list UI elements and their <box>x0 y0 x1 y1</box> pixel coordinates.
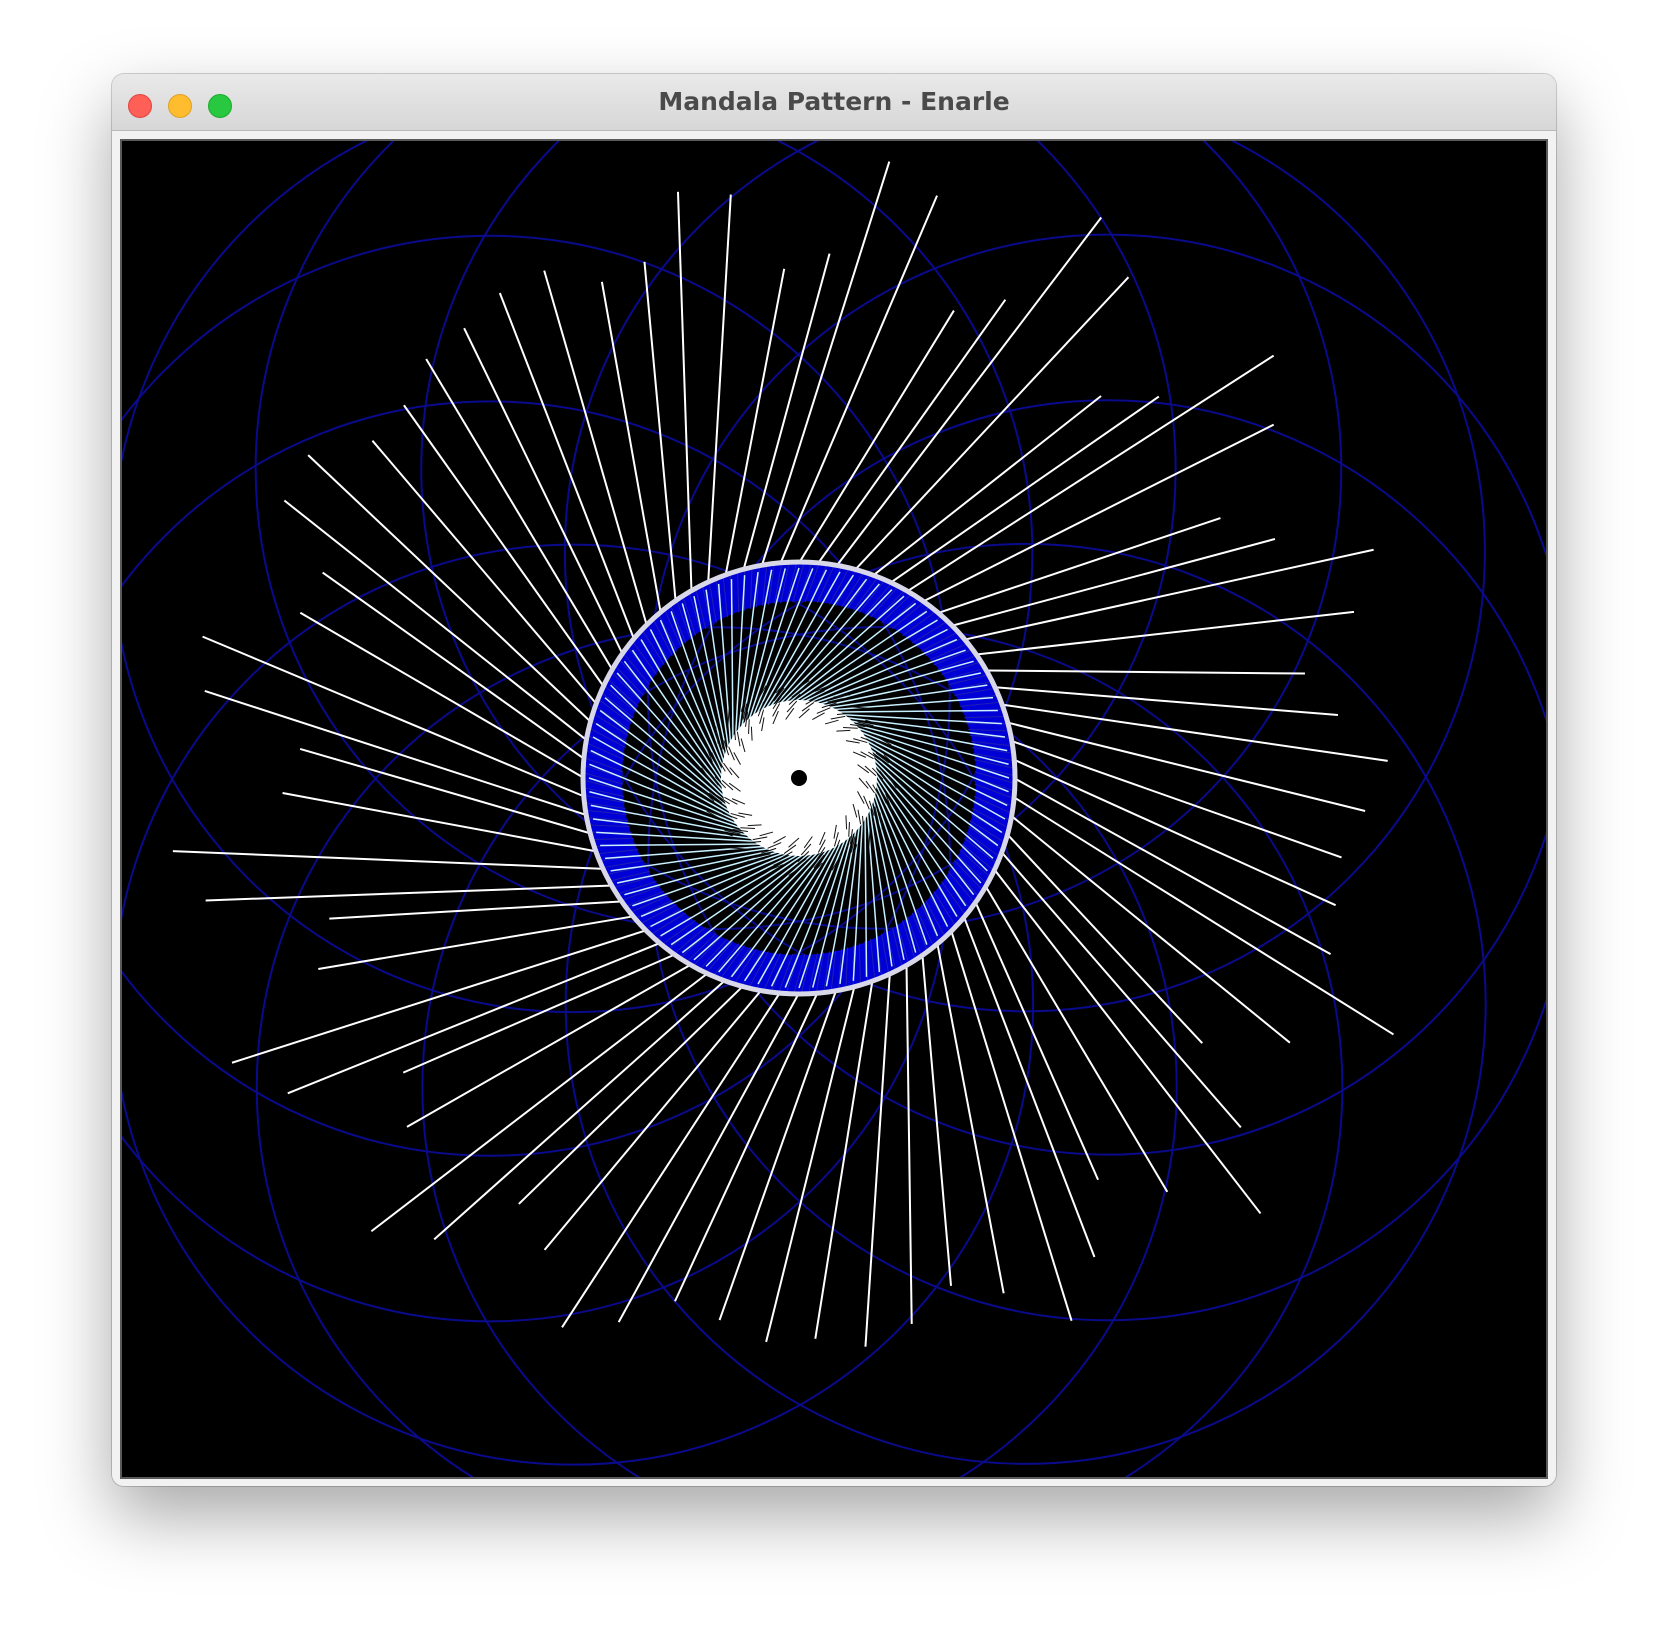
window-title: Mandala Pattern - Enarle <box>658 87 1010 116</box>
center-dot <box>791 770 807 786</box>
core-stroke <box>740 827 755 829</box>
app-window: Mandala Pattern - Enarle <box>112 74 1556 1486</box>
mandala-canvas <box>122 141 1546 1477</box>
core-stroke <box>836 729 851 732</box>
core-stroke <box>750 726 753 741</box>
core-stroke <box>748 719 750 734</box>
drawing-canvas-frame <box>120 139 1548 1479</box>
core-stroke <box>747 824 762 827</box>
title-bar[interactable]: Mandala Pattern - Enarle <box>112 74 1556 131</box>
window-content <box>112 131 1556 1486</box>
core-stroke <box>843 727 858 729</box>
core-stroke <box>848 822 850 837</box>
core-stroke <box>845 815 848 830</box>
